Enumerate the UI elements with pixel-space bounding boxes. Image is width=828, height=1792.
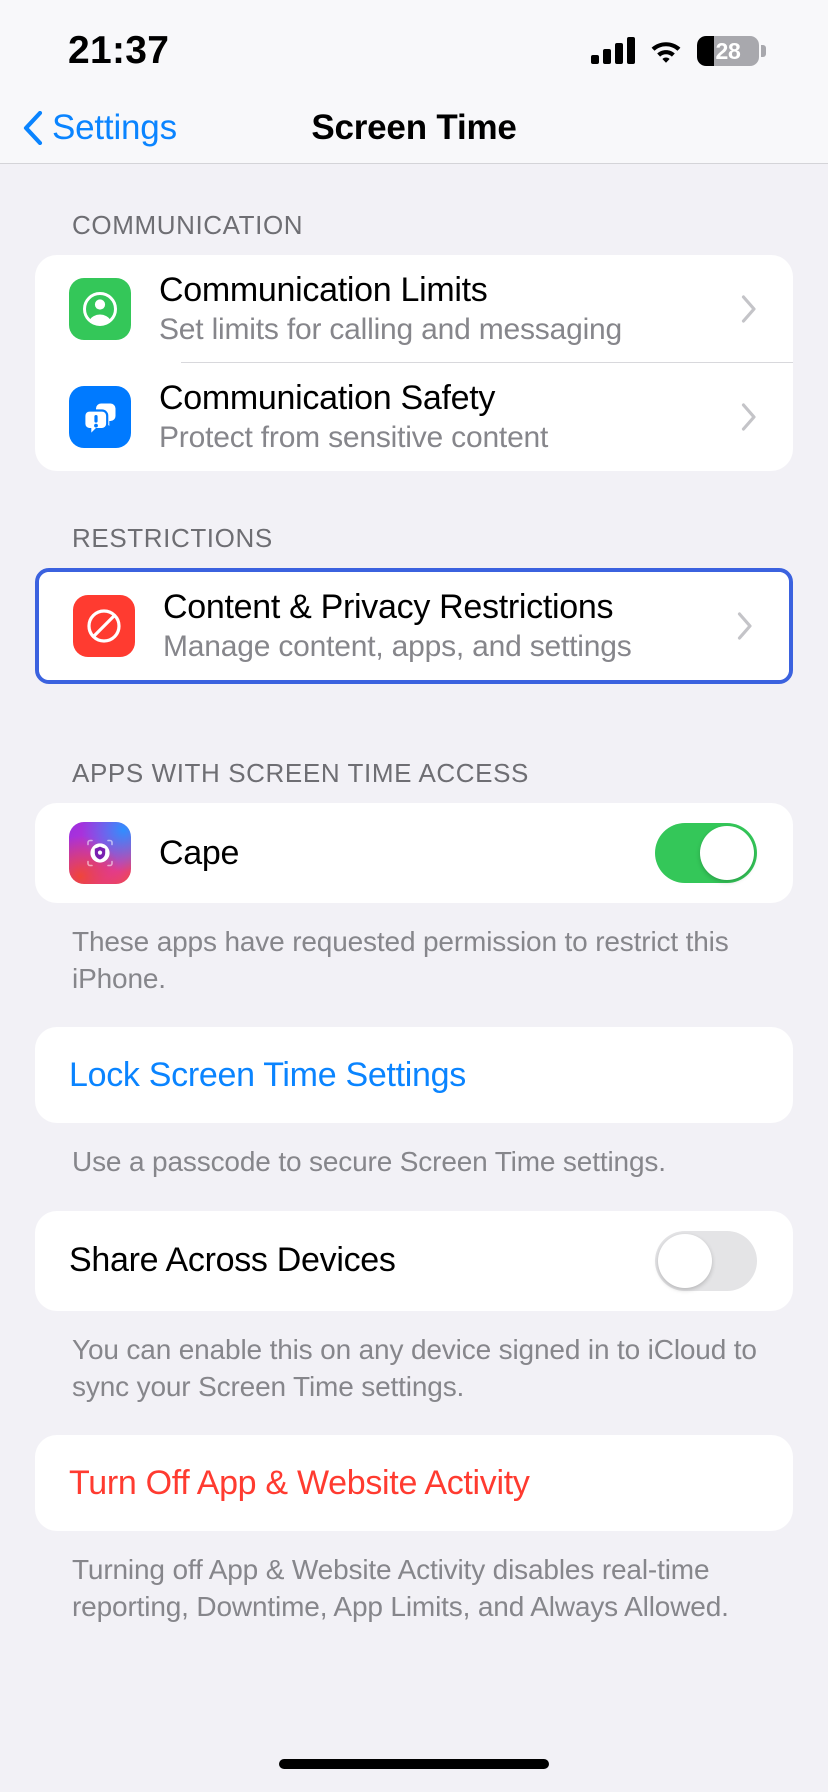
row-cape-app[interactable]: Cape [35,803,793,903]
row-subtitle: Set limits for calling and messaging [159,313,623,347]
battery-cap [761,45,766,57]
cellular-signal-icon [591,37,635,64]
battery-level-label: 28 [715,38,741,64]
section-header-restrictions: RESTRICTIONS [72,523,273,553]
apps-access-card: Cape [35,803,793,903]
status-bar-clock: 21:37 [68,29,170,72]
toggle-knob [700,826,754,880]
row-content-privacy-restrictions[interactable]: Content & Privacy Restrictions Manage co… [39,572,789,680]
message-bubbles-warning-glyph [83,403,116,438]
cape-app-icon [69,822,131,884]
lock-settings-card: Lock Screen Time Settings [35,1027,793,1124]
row-share-across-devices[interactable]: Share Across Devices [35,1211,793,1311]
chevron-right-icon [741,403,756,431]
row-cape-left: Cape [69,822,239,884]
row-title: Content & Privacy Restrictions [163,588,614,627]
row-subtitle: Protect from sensitive content [159,421,549,455]
turn-off-activity-card: Turn Off App & Website Activity [35,1435,793,1532]
no-entry-glyph [87,609,121,643]
share-across-devices-toggle[interactable] [655,1230,757,1291]
settings-scroll-view[interactable]: COMMUNICATION Communication Limits Set l… [0,164,828,1736]
battery-indicator: 28 [697,36,766,66]
communication-card: Communication Limits Set limits for call… [35,255,793,471]
row-communication-limits-text: Communication Limits Set limits for call… [131,271,741,347]
chevron-right-icon [737,612,752,640]
row-lock-screen-time-settings[interactable]: Lock Screen Time Settings [35,1027,793,1123]
battery-body: 28 [697,36,759,66]
message-bubbles-warning-icon [69,386,131,448]
toggle-knob [658,1233,712,1288]
lock-settings-label: Lock Screen Time Settings [69,1055,466,1094]
footnote-lock-settings: Use a passcode to secure Screen Time set… [72,1146,666,1178]
navigation-bar: Settings Screen Time [0,92,828,164]
highlighted-focus-outline: Content & Privacy Restrictions Manage co… [35,568,793,684]
row-subtitle: Manage content, apps, and settings [163,630,632,664]
section-header-communication: COMMUNICATION [72,210,304,240]
footnote-turn-off-activity: Turning off App & Website Activity disab… [72,1554,729,1623]
section-header-apps-access: APPS WITH SCREEN TIME ACCESS [72,758,529,788]
back-button-label: Settings [52,107,177,147]
cape-access-toggle[interactable] [655,823,757,883]
share-devices-label: Share Across Devices [69,1241,396,1280]
footnote-apps-access: These apps have requested permission to … [72,926,729,995]
row-turn-off-app-website-activity[interactable]: Turn Off App & Website Activity [35,1435,793,1531]
row-communication-safety-text: Communication Safety Protect from sensit… [131,379,741,455]
footnote-share-devices: You can enable this on any device signed… [72,1333,757,1402]
person-circle-icon [69,278,131,340]
back-button[interactable]: Settings [0,108,177,148]
iphone-screen: 21:37 28 Settings Screen Time COMMUNICAT… [0,0,828,1792]
row-title: Communication Safety [159,379,496,418]
wifi-icon [651,42,681,63]
person-circle-glyph [83,292,117,326]
row-cape-label: Cape [159,833,240,872]
chevron-left-icon [23,110,43,145]
row-title: Communication Limits [159,271,488,310]
restrictions-card: Content & Privacy Restrictions Manage co… [39,572,789,680]
home-indicator-area [0,1736,828,1792]
share-devices-card: Share Across Devices [35,1210,793,1311]
status-bar-indicators: 28 [591,36,766,66]
row-content-privacy-text: Content & Privacy Restrictions Manage co… [135,588,737,664]
row-communication-safety[interactable]: Communication Safety Protect from sensit… [35,363,793,471]
status-bar: 21:37 28 [0,0,828,92]
row-communication-limits[interactable]: Communication Limits Set limits for call… [35,255,793,363]
chevron-right-icon [741,295,756,323]
no-entry-icon [73,595,135,657]
cape-app-glyph [87,839,113,867]
home-indicator[interactable] [279,1759,549,1769]
turn-off-activity-label: Turn Off App & Website Activity [69,1463,530,1502]
